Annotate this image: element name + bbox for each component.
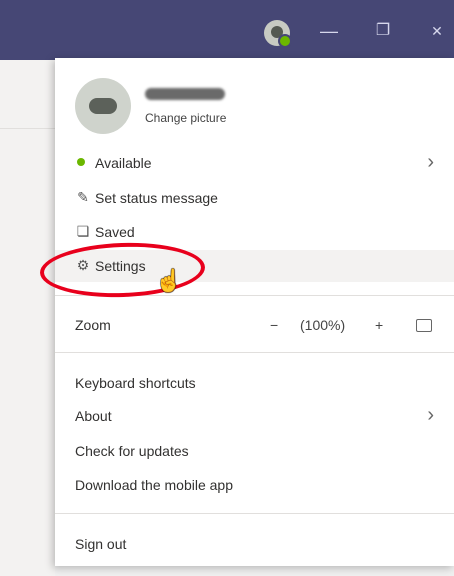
about-item[interactable]: About › [55, 400, 454, 432]
chevron-right-icon: › [427, 404, 434, 426]
keyboard-shortcuts-label: Keyboard shortcuts [75, 375, 196, 391]
separator [55, 352, 454, 353]
close-button[interactable]: ✕ [422, 16, 452, 46]
profile-avatar-button[interactable] [264, 20, 292, 48]
download-mobile-app-item[interactable]: Download the mobile app [55, 469, 454, 501]
status-available-item[interactable]: Available › [55, 147, 454, 179]
chevron-right-icon: › [427, 151, 434, 173]
zoom-row: Zoom − (100%) + [55, 309, 454, 341]
bookmark-icon: ❏ [76, 223, 90, 239]
set-status-message-item[interactable]: ✎ Set status message [55, 182, 454, 214]
keyboard-shortcuts-item[interactable]: Keyboard shortcuts [55, 367, 454, 399]
hand-cursor-icon: ☝ [155, 268, 183, 293]
available-status-icon [77, 158, 85, 166]
zoom-level: (100%) [300, 317, 346, 333]
minimize-button[interactable]: — [314, 16, 344, 46]
change-picture-link[interactable]: Change picture [145, 111, 226, 125]
restore-button[interactable]: ❐ [368, 16, 398, 46]
presence-available-icon [278, 34, 292, 48]
about-label: About [75, 408, 112, 424]
avatar-image [89, 98, 117, 114]
check-for-updates-item[interactable]: Check for updates [55, 435, 454, 467]
app-background [0, 60, 55, 576]
title-bar: — ❐ ✕ [0, 0, 454, 60]
set-status-label: Set status message [95, 190, 218, 206]
profile-name-redacted [145, 88, 225, 100]
available-label: Available [95, 155, 152, 171]
sign-out-item[interactable]: Sign out [55, 528, 454, 560]
sign-out-label: Sign out [75, 536, 127, 552]
separator [55, 513, 454, 514]
download-mobile-app-label: Download the mobile app [75, 477, 233, 493]
check-for-updates-label: Check for updates [75, 443, 189, 459]
zoom-out-button[interactable]: − [270, 317, 278, 333]
fullscreen-icon[interactable] [416, 319, 432, 332]
profile-picture[interactable] [75, 78, 131, 134]
profile-menu: Change picture Available › ✎ Set status … [55, 58, 454, 566]
edit-icon: ✎ [77, 189, 89, 205]
zoom-in-button[interactable]: + [375, 317, 383, 333]
divider [0, 128, 55, 129]
saved-label: Saved [95, 224, 135, 240]
